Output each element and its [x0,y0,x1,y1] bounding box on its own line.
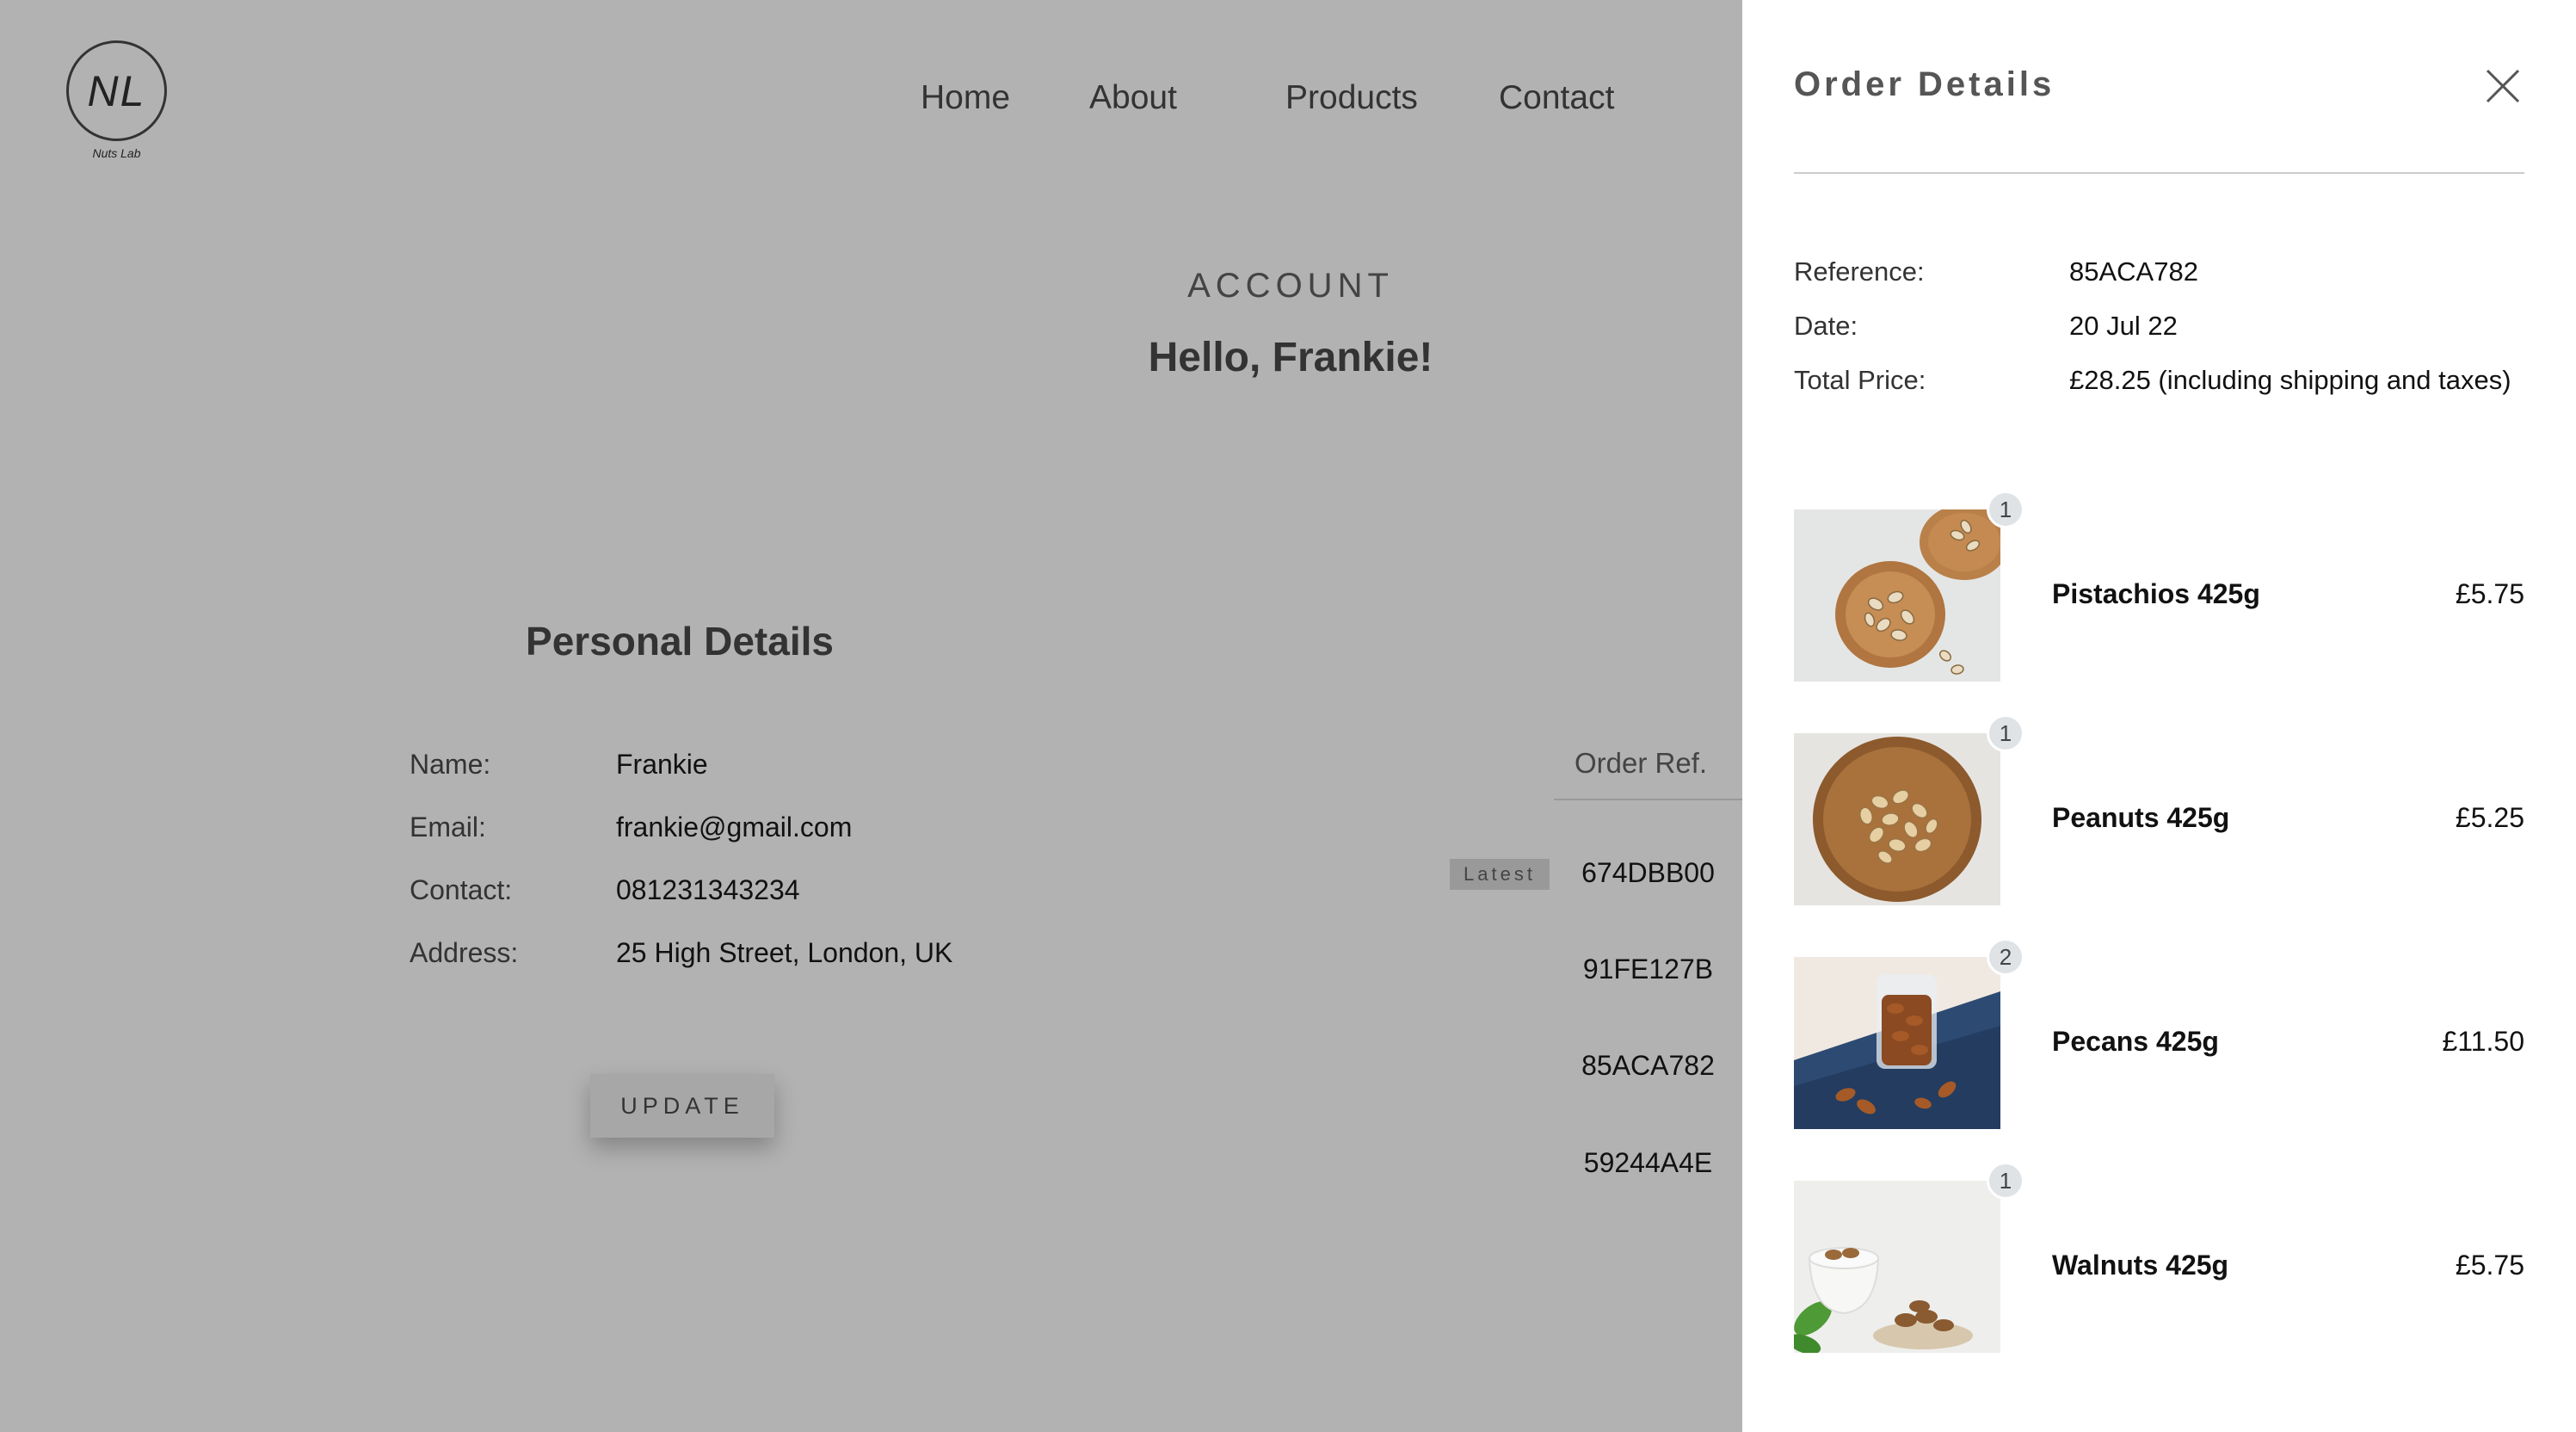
account-page: NL Nuts Lab Home About Products Contact … [0,0,1742,1432]
item-price: £5.75 [2455,1250,2524,1281]
detail-label: Contact: [410,874,513,905]
detail-value: 081231343234 [616,874,800,905]
personal-details-title: Personal Details [526,619,834,664]
nav-about[interactable]: About [1089,79,1177,117]
nav-products[interactable]: Products [1285,79,1418,117]
peanuts-photo [1794,733,2000,905]
quantity-badge: 1 [1987,714,2024,752]
meta-value: 85ACA782 [2069,256,2198,287]
quantity-badge: 2 [1987,938,2024,976]
account-kicker: ACCOUNT [1187,267,1394,305]
nav-home[interactable]: Home [921,79,1010,117]
meta-label: Reference: [1794,256,1925,287]
item-price: £11.50 [2442,1026,2525,1057]
detail-label: Name: [410,749,491,780]
order-item: 1 Pistachios 425g £5.75 [1794,491,2524,682]
item-price: £5.75 [2455,578,2524,609]
order-ref-link[interactable]: 674DBB00 [1554,857,1742,889]
quantity-badge: 1 [1987,491,2024,528]
order-item: 2 Pecans 425g £11.50 [1794,938,2525,1129]
item-name: Peanuts 425g [2052,802,2230,833]
detail-label: Email: [410,812,486,843]
item-price: £5.25 [2455,802,2524,833]
detail-value: Frankie [616,749,708,780]
order-ref-link[interactable]: 85ACA782 [1554,1050,1742,1082]
meta-label: Total Price: [1794,365,1926,395]
meta-value: 20 Jul 22 [2069,311,2178,341]
account-greeting: Hello, Frankie! [1148,335,1433,380]
item-name: Pecans 425g [2052,1026,2219,1057]
pecans-photo [1794,957,2000,1129]
meta-label: Date: [1794,311,1858,341]
walnuts-photo [1794,1181,2000,1353]
meta-value: £28.25 (including shipping and taxes) [2069,365,2511,395]
orders-header: Order Ref. [1554,747,1742,800]
close-icon [2486,69,2520,103]
order-ref-link[interactable]: 59244A4E [1554,1147,1742,1179]
latest-badge: Latest [1450,859,1550,890]
drawer-divider [1794,172,2524,174]
detail-value: frankie@gmail.com [616,812,853,843]
drawer-title: Order Details [1794,65,2055,103]
orders-header-label: Order Ref. [1575,747,1708,779]
detail-value: 25 High Street, London, UK [616,937,953,968]
order-item: 1 Walnuts 425g £5.75 [1794,1162,2524,1353]
order-item: 1 Peanuts 425g £5.25 [1794,714,2524,905]
nav-contact[interactable]: Contact [1499,79,1614,117]
order-ref-link[interactable]: 91FE127B [1554,954,1742,985]
item-name: Pistachios 425g [2052,578,2260,609]
logo-text: Nuts Lab [92,146,141,160]
pistachios-photo [1794,509,2000,682]
close-button[interactable] [2482,65,2524,107]
quantity-badge: 1 [1987,1162,2024,1200]
update-button[interactable]: UPDATE [590,1074,774,1138]
order-details-drawer: Order Details Reference: 85ACA782 Date: … [1742,0,2576,1432]
item-name: Walnuts 425g [2052,1250,2229,1281]
logo[interactable]: NL [66,40,167,141]
logo-mark: NL [87,66,146,115]
detail-label: Address: [410,937,519,968]
